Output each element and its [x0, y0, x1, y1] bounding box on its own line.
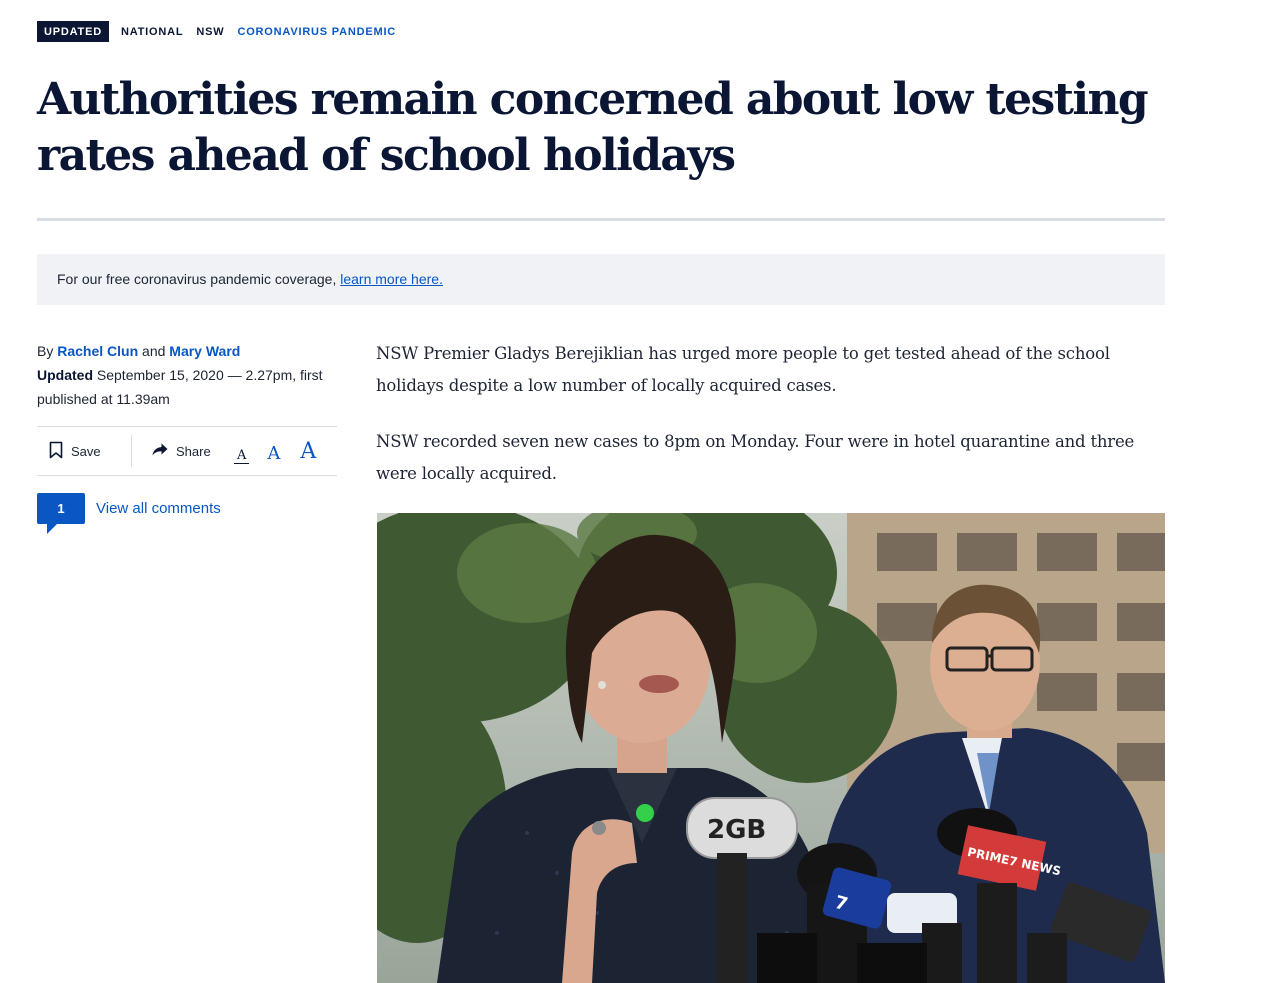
mic-label-2gb: 2GB [707, 815, 766, 845]
comment-count-bubble: 1 [37, 493, 85, 534]
topic-tags: UPDATED NATIONAL NSW CORONAVIRUS PANDEMI… [37, 21, 409, 42]
headline: Authorities remain concerned about low t… [37, 74, 1149, 181]
headline-divider [37, 218, 1165, 221]
press-conference-image: 2GB 7 PRIME7 NEWS [377, 513, 1165, 983]
byline-prefix: By [37, 343, 58, 359]
coverage-notice: For our free coronavirus pandemic covera… [37, 254, 1165, 305]
view-comments-label: View all comments [96, 500, 221, 517]
tag-nsw[interactable]: NSW [196, 26, 224, 38]
bookmark-icon [49, 441, 63, 462]
author-link-mary-ward[interactable]: Mary Ward [169, 343, 240, 359]
share-label: Share [176, 443, 211, 459]
article-body: NSW Premier Gladys Berejiklian has urged… [376, 338, 1166, 514]
comment-count: 1 [57, 501, 65, 516]
save-button[interactable]: Save [37, 441, 119, 462]
font-size-large-button[interactable]: A [300, 439, 316, 464]
updated-badge: UPDATED [37, 21, 109, 42]
byline: By Rachel Clun and Mary Ward Updated Sep… [37, 339, 337, 411]
font-size-medium-button[interactable]: A [267, 443, 280, 464]
save-label: Save [71, 443, 101, 459]
tag-national[interactable]: NATIONAL [121, 26, 183, 38]
tag-coronavirus-pandemic[interactable]: CORONAVIRUS PANDEMIC [237, 26, 396, 38]
article-paragraph: NSW Premier Gladys Berejiklian has urged… [376, 344, 1110, 395]
notice-text: For our free coronavirus pandemic covera… [57, 271, 341, 287]
share-arrow-icon [152, 443, 168, 459]
share-button[interactable]: Share [152, 443, 216, 459]
updated-label: Updated [37, 367, 93, 383]
article-toolbar: Save Share A A A [37, 426, 337, 476]
article-paragraph: NSW recorded seven new cases to 8pm on M… [376, 432, 1135, 483]
learn-more-link[interactable]: learn more here. [340, 271, 443, 287]
font-size-controls: A A A [234, 439, 316, 464]
view-comments-link[interactable]: 1 View all comments [37, 493, 221, 534]
toolbar-divider [131, 435, 132, 467]
byline-and: and [138, 343, 170, 359]
article-photo: 2GB 7 PRIME7 NEWS [377, 513, 1165, 983]
author-link-rachel-clun[interactable]: Rachel Clun [57, 343, 138, 359]
font-size-small-button[interactable]: A [234, 448, 250, 464]
